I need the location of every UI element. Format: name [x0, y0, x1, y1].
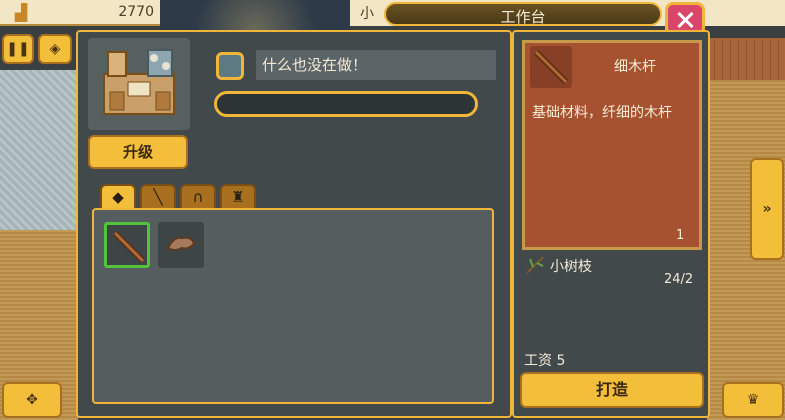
- thin-stick-icon: [533, 49, 569, 85]
- window-title: 工作台: [500, 8, 546, 26]
- auto-craft-checkbox[interactable]: [216, 52, 244, 80]
- upgrade-button[interactable]: 升级: [88, 135, 188, 169]
- partial-label: 小: [360, 6, 374, 22]
- detail-item-frame: [530, 46, 572, 88]
- helmet-tab-icon: ∩: [192, 188, 204, 206]
- craft-progress-bar: [214, 91, 478, 117]
- item-description: 基础材料，纤细的木杆: [532, 105, 672, 121]
- workbench-art: [103, 49, 175, 115]
- sky-background: [160, 0, 350, 30]
- craft-button[interactable]: 打造: [520, 372, 704, 408]
- pause-icon: ❚❚: [6, 41, 30, 57]
- ingredient-name: 小树枝: [550, 259, 592, 275]
- tab-weapons[interactable]: ╲: [140, 184, 176, 210]
- tab-tools[interactable]: ◆: [100, 184, 136, 210]
- gems-icon: ◈: [49, 41, 61, 57]
- ingredient-count: 24/2: [664, 272, 694, 287]
- stone-floor: [0, 70, 78, 230]
- double-chevron-right-icon: »: [762, 201, 772, 217]
- twig-icon: [526, 256, 544, 274]
- dpad-icon: ✥: [26, 392, 38, 408]
- tab-armor[interactable]: ♜: [220, 184, 256, 210]
- next-page-button[interactable]: »: [750, 158, 784, 260]
- workbench-icon: [88, 38, 190, 130]
- money-value: 2770: [118, 4, 154, 20]
- money-bar: ▟ 2770: [0, 0, 160, 26]
- wage-label: 工资 5: [524, 353, 566, 369]
- item-count: 1: [676, 228, 685, 243]
- move-button[interactable]: ✥: [2, 382, 62, 418]
- item-name: 细木杆: [614, 59, 656, 75]
- tools-button[interactable]: ◈: [38, 34, 72, 64]
- crown-icon: ♛: [746, 392, 760, 408]
- weapon-tab-icon: ╲: [153, 188, 163, 206]
- window-title-bar: 工作台: [384, 2, 662, 26]
- recipe-grid: [92, 208, 494, 404]
- recipe-slot-thin-stick[interactable]: [104, 222, 150, 268]
- pause-button[interactable]: ❚❚: [2, 34, 34, 64]
- wood-floor: [707, 38, 785, 80]
- armor-tab-icon: ♜: [231, 188, 245, 206]
- tab-helmets[interactable]: ∩: [180, 184, 216, 210]
- tool-tab-icon: ◆: [112, 188, 124, 206]
- leather-icon: [166, 236, 196, 251]
- crown-button[interactable]: ♛: [722, 382, 784, 418]
- thin-stick-icon: [112, 230, 146, 264]
- recipe-slot-leather[interactable]: [158, 222, 204, 268]
- coin-stack-icon: ▟: [14, 3, 28, 22]
- status-text: 什么也没在做！: [256, 50, 496, 80]
